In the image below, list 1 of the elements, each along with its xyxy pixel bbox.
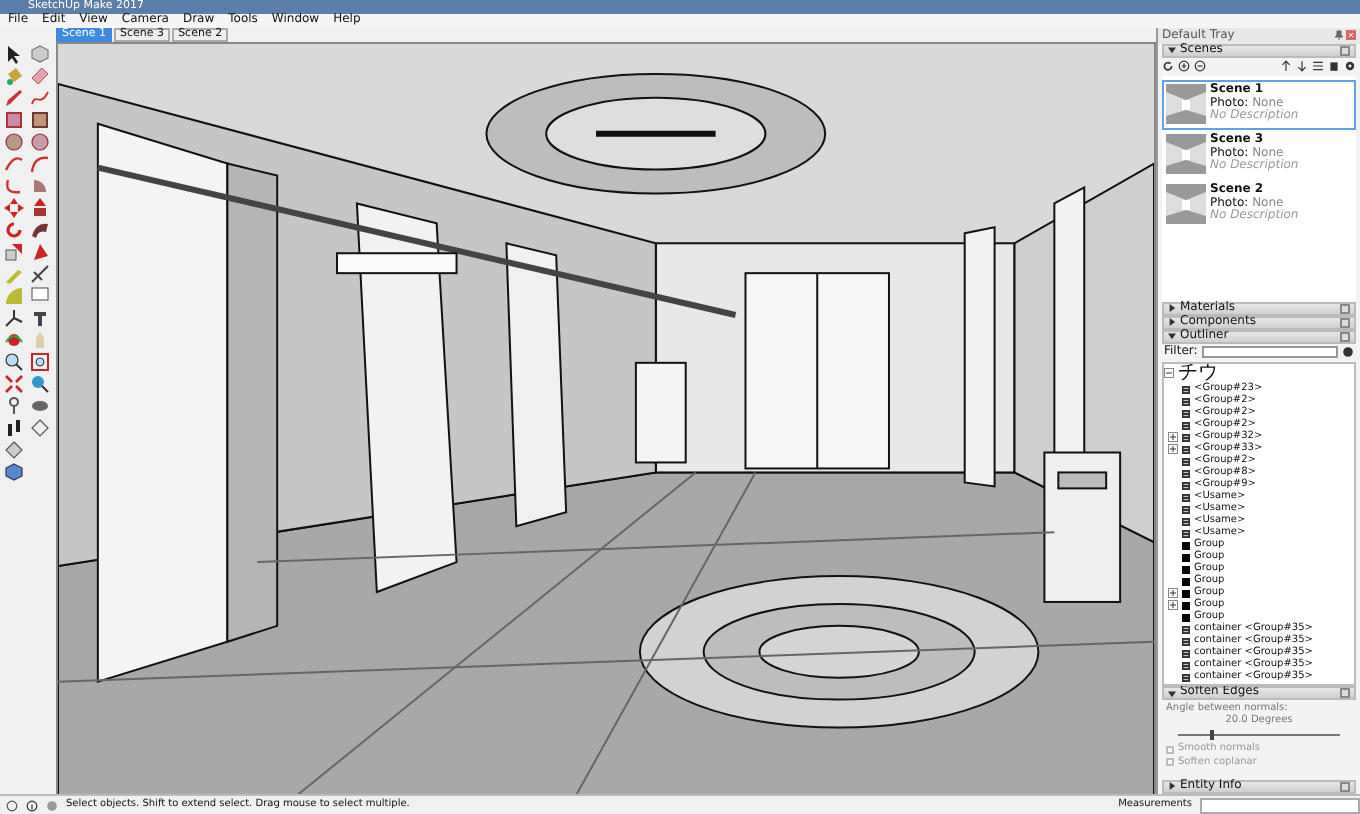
outliner-item[interactable]: チウ — [1178, 363, 1218, 384]
